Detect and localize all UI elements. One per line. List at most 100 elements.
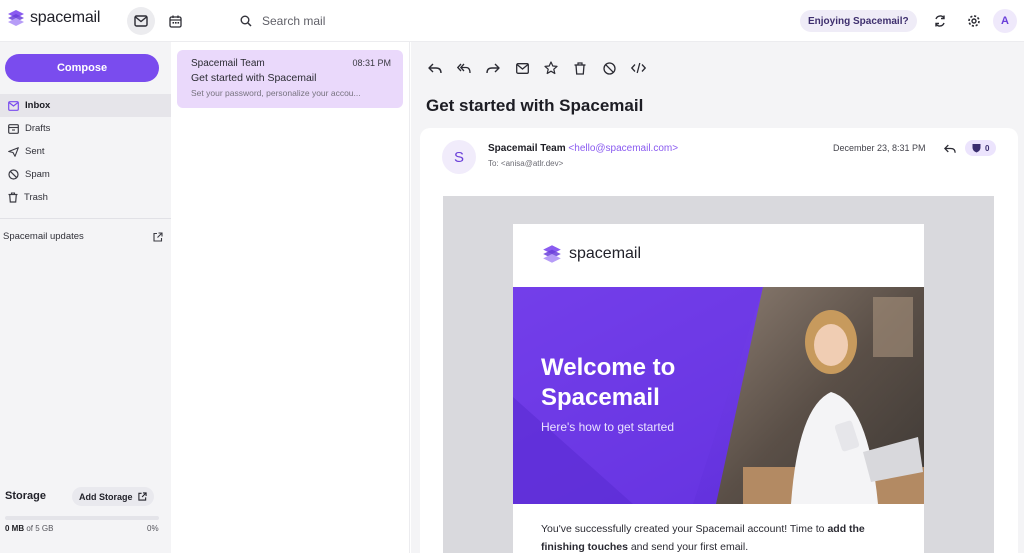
message-toolbar — [427, 60, 646, 76]
storage-title: Storage — [5, 490, 46, 502]
view-source-button[interactable] — [630, 60, 646, 76]
block-icon — [602, 61, 616, 75]
inbox-icon — [8, 100, 19, 111]
hero-title: Welcome to Spacemail — [541, 353, 675, 413]
search-input[interactable] — [262, 14, 522, 28]
hero-title-line-1: Welcome to — [541, 354, 676, 381]
star-icon — [544, 61, 558, 75]
spam-icon — [8, 169, 19, 180]
email-body-text: You've successfully created your Spacema… — [541, 520, 901, 553]
storage-progress-bar — [5, 516, 159, 520]
welcome-hero-banner: Welcome to Spacemail Here's how to get s… — [513, 287, 924, 504]
list-item[interactable]: Spacemail Team 08:31 PM Get started with… — [177, 50, 403, 108]
refresh-icon — [935, 15, 945, 27]
compose-button[interactable]: Compose — [5, 54, 159, 82]
sidebar-item-label: Spam — [25, 169, 50, 180]
message-list: Spacemail Team 08:31 PM Get started with… — [171, 42, 410, 553]
spacemail-app: spacemail Search mail Enjoying Spacemail… — [0, 0, 1024, 553]
message-header: Spacemail Team 08:31 PM — [191, 58, 391, 69]
trash-icon — [8, 192, 18, 203]
body-rest: and send your first email. — [627, 541, 749, 553]
folder-nav: Inbox Drafts Sent Spam Trash — [0, 94, 171, 209]
external-link-icon — [153, 231, 163, 242]
reply-icon — [428, 63, 442, 74]
star-button[interactable] — [543, 60, 559, 76]
quick-reply-button[interactable] — [943, 141, 956, 159]
sidebar-item-trash[interactable]: Trash — [0, 186, 171, 209]
email-card: S Spacemail Team <hello@spacemail.com> T… — [420, 128, 1018, 553]
sidebar-item-label: Trash — [24, 192, 48, 203]
settings-button[interactable] — [960, 7, 988, 35]
gear-icon — [968, 15, 980, 27]
code-icon — [630, 62, 646, 74]
spacemail-updates-label: Spacemail updates — [3, 231, 84, 242]
drafts-icon — [8, 123, 19, 134]
top-bar: spacemail Search mail Enjoying Spacemail… — [0, 0, 1024, 42]
sidebar-item-spam[interactable]: Spam — [0, 163, 171, 186]
hero-title-line-2: Spacemail — [541, 384, 660, 411]
shield-icon — [972, 144, 981, 153]
sidebar: Compose Inbox Drafts Sent Spam Trash Spa… — [0, 42, 171, 553]
spacemail-logo-icon — [8, 10, 24, 26]
hero-subtitle: Here's how to get started — [541, 420, 675, 434]
sidebar-item-inbox[interactable]: Inbox — [0, 94, 171, 117]
recipient-line: To: <anisa@atlr.dev> — [488, 159, 564, 168]
refresh-button[interactable] — [926, 7, 954, 35]
storage-percent: 0% — [147, 524, 159, 533]
message-sender: Spacemail Team — [191, 58, 265, 69]
search-bar[interactable] — [240, 10, 560, 32]
email-content-area: spacemail Welcome to Spacemail Here's ho… — [443, 196, 994, 553]
sender-name: Spacemail Team — [488, 143, 566, 154]
logo-text: spacemail — [30, 9, 101, 26]
sidebar-item-label: Inbox — [25, 100, 51, 111]
message-time: 08:31 PM — [352, 58, 391, 68]
user-avatar[interactable]: A — [993, 9, 1017, 33]
search-icon — [240, 15, 252, 27]
email-brand-logo: spacemail — [541, 244, 641, 264]
reading-pane: Get started with Spacemail S Spacemail T… — [411, 42, 1024, 553]
security-count: 0 — [985, 143, 990, 153]
sidebar-divider — [0, 218, 171, 219]
forward-icon — [486, 63, 500, 74]
spacemail-logo-icon — [543, 245, 561, 263]
add-storage-button[interactable]: Add Storage — [72, 487, 154, 506]
sidebar-item-drafts[interactable]: Drafts — [0, 117, 171, 140]
delete-button[interactable] — [572, 60, 588, 76]
app-logo[interactable]: spacemail — [6, 9, 100, 27]
add-storage-label: Add Storage — [79, 491, 133, 502]
block-sender-button[interactable] — [601, 60, 617, 76]
reply-all-button[interactable] — [456, 60, 472, 76]
sidebar-item-label: Sent — [25, 146, 45, 157]
message-snippet: Set your password, personalize your acco… — [191, 88, 361, 98]
external-link-icon — [137, 492, 147, 501]
reply-all-icon — [457, 63, 471, 74]
calendar-icon — [168, 15, 182, 28]
reply-button[interactable] — [427, 60, 443, 76]
email-subject-title: Get started with Spacemail — [426, 96, 644, 115]
storage-used-text: 0 MB of 5 GB — [5, 524, 53, 533]
mail-icon — [134, 15, 148, 27]
message-subject: Get started with Spacemail — [191, 72, 317, 84]
spacemail-updates-link[interactable]: Spacemail updates — [3, 231, 163, 242]
body-intro: You've successfully created your Spacema… — [541, 523, 828, 535]
email-logo-text: spacemail — [569, 245, 642, 262]
sidebar-item-label: Drafts — [25, 123, 51, 134]
email-body-document: spacemail Welcome to Spacemail Here's ho… — [513, 224, 924, 553]
storage-used-amount: 0 MB — [5, 524, 25, 533]
forward-button[interactable] — [485, 60, 501, 76]
reply-icon — [943, 144, 956, 153]
security-badge[interactable]: 0 — [965, 140, 997, 156]
storage-total: of 5 GB — [26, 524, 54, 533]
calendar-app-button[interactable] — [161, 7, 189, 35]
mark-unread-icon — [515, 62, 529, 74]
mail-app-button[interactable] — [127, 7, 155, 35]
send-icon — [8, 146, 19, 157]
sidebar-item-sent[interactable]: Sent — [0, 140, 171, 163]
enjoying-spacemail-button[interactable]: Enjoying Spacemail? — [800, 10, 917, 32]
sender-line: Spacemail Team <hello@spacemail.com> — [488, 143, 678, 154]
sender-email[interactable]: <hello@spacemail.com> — [568, 143, 678, 154]
trash-icon — [574, 61, 586, 75]
sender-avatar: S — [442, 140, 476, 174]
mark-unread-button[interactable] — [514, 60, 530, 76]
email-date: December 23, 8:31 PM — [833, 143, 926, 153]
